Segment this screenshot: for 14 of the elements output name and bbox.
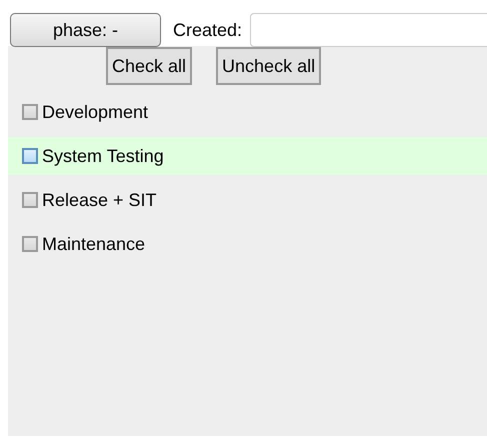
phase-dropdown-button[interactable]: phase: - [10,13,161,47]
highlighted-row[interactable]: System Testing [8,137,487,175]
created-label: Created: [172,20,242,40]
uncheck-all-button[interactable]: Uncheck all [216,47,322,85]
created-input-field[interactable] [250,13,487,47]
check-all-button[interactable]: Check all [106,47,192,85]
phase-label: Maintenance [42,234,146,254]
phase-label: Release + SIT [42,190,157,210]
checkbox[interactable] [22,236,38,252]
phase-label: Development [42,102,148,122]
checkbox[interactable] [22,192,38,208]
checkbox[interactable] [22,148,38,164]
phase-label: System Testing [42,146,164,166]
checkbox[interactable] [22,104,38,120]
